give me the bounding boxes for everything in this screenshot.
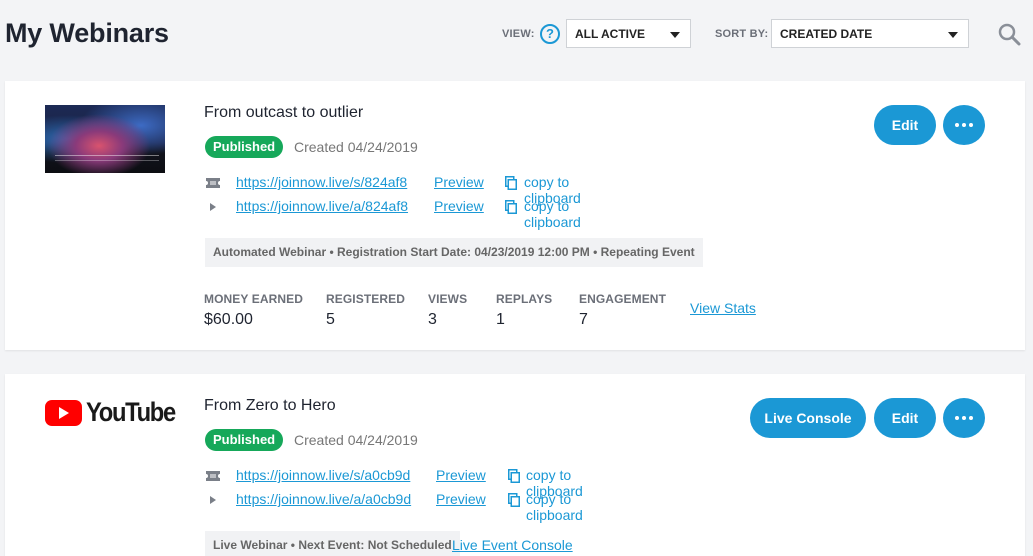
webinar-info-bar: Live Webinar • Next Event: Not Scheduled <box>205 531 460 556</box>
youtube-play-icon <box>45 400 82 426</box>
chevron-down-icon <box>670 32 680 38</box>
stat-value: 5 <box>326 311 335 328</box>
sort-select-value: CREATED DATE <box>780 27 873 41</box>
webinar-title[interactable]: From outcast to outlier <box>204 104 363 122</box>
page-title: My Webinars <box>5 18 169 48</box>
edit-button[interactable]: Edit <box>874 398 936 438</box>
ticket-icon <box>206 178 220 188</box>
youtube-logo: YouTube <box>45 397 176 428</box>
copy-icon[interactable] <box>508 493 520 507</box>
live-console-button[interactable]: Live Console <box>750 398 866 438</box>
youtube-logo-text: YouTube <box>86 397 176 427</box>
more-options-button[interactable] <box>943 105 985 145</box>
preview-link[interactable]: Preview <box>434 174 484 190</box>
preview-link[interactable]: Preview <box>436 491 486 507</box>
copy-icon[interactable] <box>505 200 517 214</box>
webinar-info-bar: Automated Webinar • Registration Start D… <box>205 238 703 267</box>
registration-url-link[interactable]: https://joinnow.live/s/a0cb9d <box>236 467 410 483</box>
dot <box>955 123 959 127</box>
play-icon <box>210 203 216 211</box>
stat-label: REGISTERED <box>326 292 406 306</box>
webinar-thumbnail[interactable] <box>45 105 165 173</box>
sort-select[interactable]: CREATED DATE <box>771 19 969 48</box>
search-icon[interactable] <box>997 22 1021 46</box>
attendee-url-link[interactable]: https://joinnow.live/a/824af8 <box>236 198 408 214</box>
copy-to-clipboard-link[interactable]: copy to clipboard <box>526 491 583 523</box>
view-stats-link[interactable]: View Stats <box>690 300 756 316</box>
preview-link[interactable]: Preview <box>434 198 484 214</box>
stat-value: 1 <box>496 311 505 328</box>
stat-engagement: ENGAGEMENT 7 <box>579 292 666 329</box>
stat-label: VIEWS <box>428 292 468 306</box>
webinar-card: From outcast to outlier Published Create… <box>5 81 1025 350</box>
sort-label: SORT BY: <box>715 28 769 40</box>
view-select-value: ALL ACTIVE <box>575 27 646 41</box>
stat-registered: REGISTERED 5 <box>326 292 405 329</box>
created-date: Created 04/24/2019 <box>294 432 418 448</box>
copy-icon[interactable] <box>505 176 517 190</box>
more-options-button[interactable] <box>943 398 985 438</box>
stat-views: VIEWS 3 <box>428 292 467 329</box>
dot <box>962 416 966 420</box>
view-label: VIEW: <box>502 28 535 40</box>
dot <box>955 416 959 420</box>
attendee-url-link[interactable]: https://joinnow.live/a/a0cb9d <box>236 491 411 507</box>
stat-label: REPLAYS <box>496 292 553 306</box>
play-icon <box>210 496 216 504</box>
view-select[interactable]: ALL ACTIVE <box>566 19 691 48</box>
created-date: Created 04/24/2019 <box>294 139 418 155</box>
stat-value: 3 <box>428 311 437 328</box>
chevron-down-icon <box>948 32 958 38</box>
help-icon[interactable]: ? <box>540 24 560 44</box>
copy-to-clipboard-link[interactable]: copy to clipboard <box>524 198 581 230</box>
edit-button[interactable]: Edit <box>874 105 936 145</box>
dot <box>969 123 973 127</box>
preview-link[interactable]: Preview <box>436 467 486 483</box>
live-event-console-link[interactable]: Live Event Console <box>452 537 573 553</box>
webinar-title[interactable]: From Zero to Hero <box>204 397 336 415</box>
webinar-card: YouTube From Zero to Hero Published Crea… <box>5 374 1025 556</box>
stat-replays: REPLAYS 1 <box>496 292 552 329</box>
registration-url-link[interactable]: https://joinnow.live/s/824af8 <box>236 174 407 190</box>
stats-row: MONEY EARNED $60.00 REGISTERED 5 VIEWS 3… <box>204 292 804 332</box>
stat-label: ENGAGEMENT <box>579 292 667 306</box>
stat-money-earned: MONEY EARNED $60.00 <box>204 292 303 329</box>
status-badge: Published <box>205 429 284 451</box>
stat-value: $60.00 <box>204 311 253 328</box>
copy-icon[interactable] <box>508 469 520 483</box>
stat-label: MONEY EARNED <box>204 292 303 306</box>
status-badge: Published <box>205 136 284 158</box>
stat-value: 7 <box>579 311 588 328</box>
dot <box>962 123 966 127</box>
dot <box>969 416 973 420</box>
ticket-icon <box>206 471 220 481</box>
